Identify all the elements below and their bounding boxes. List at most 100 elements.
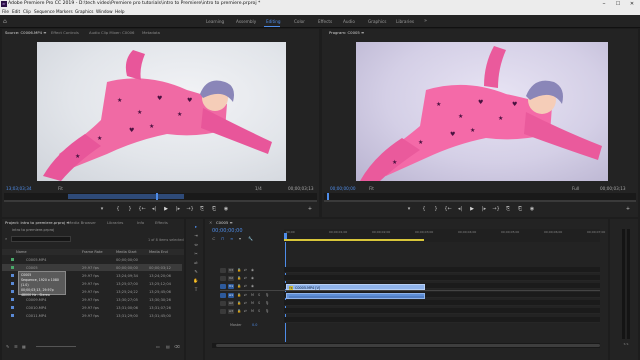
- solo-button[interactable]: S: [258, 309, 260, 313]
- mute-button[interactable]: M: [251, 301, 254, 305]
- lane-v2[interactable]: [284, 275, 600, 281]
- icon-view-icon[interactable]: ▦: [22, 344, 26, 349]
- column-media-start[interactable]: Media Start: [116, 250, 137, 254]
- menu-markers[interactable]: Markers: [56, 9, 73, 14]
- razor-tool-icon[interactable]: ✂: [193, 251, 199, 257]
- source-patch-toggle[interactable]: [220, 292, 226, 298]
- add-marker-button[interactable]: ▾: [98, 206, 106, 212]
- sync-lock-icon[interactable]: ⇄: [244, 284, 247, 288]
- new-item-icon[interactable]: ▤: [166, 344, 170, 349]
- tab-media-browser[interactable]: Media Browser: [68, 220, 96, 225]
- linked-selection-icon[interactable]: ∞: [230, 236, 233, 241]
- source-timecode-in[interactable]: 13;03;03;34: [6, 186, 32, 191]
- project-row[interactable]: C0010.MP4 29.97 fps 13;31;00;06 13;31;07;26: [2, 304, 182, 311]
- source-patch-toggle[interactable]: [220, 275, 226, 281]
- tab-metadata[interactable]: Metadata: [142, 30, 160, 35]
- program-add-marker-button[interactable]: ▾: [405, 206, 413, 212]
- workspace-graphics[interactable]: Graphics: [368, 19, 387, 24]
- step-back-button[interactable]: ◂|: [150, 206, 158, 212]
- lock-icon[interactable]: 🔒: [237, 301, 241, 305]
- lift-button[interactable]: ⎘: [504, 206, 512, 212]
- track-label[interactable]: A1: [228, 292, 234, 298]
- program-time-ruler[interactable]: [324, 193, 636, 200]
- source-play-button[interactable]: ▶: [162, 206, 170, 212]
- program-mark-in-button[interactable]: {: [420, 206, 428, 212]
- video-clip-c0005[interactable]: fx C0005.MP4 [V]: [286, 284, 425, 290]
- source-button-editor-icon[interactable]: +: [306, 206, 314, 212]
- source-video-frame[interactable]: ★ ★ ♥ ★ ♥ ★ ♥ ★ ★: [37, 42, 286, 181]
- program-button-editor-icon[interactable]: +: [624, 206, 632, 212]
- timeline-timecode[interactable]: 00;00;00;00: [212, 228, 243, 234]
- column-frame-rate[interactable]: Frame Rate: [82, 250, 103, 254]
- lane-v3[interactable]: [284, 267, 600, 273]
- track-label[interactable]: V2: [228, 275, 234, 281]
- workspace-effects[interactable]: Effects: [318, 19, 332, 24]
- lock-icon[interactable]: 🔒: [237, 309, 241, 313]
- lock-icon[interactable]: 🔒: [237, 276, 241, 280]
- program-quality-select[interactable]: Full: [572, 186, 579, 191]
- menu-sequence[interactable]: Sequence: [34, 9, 55, 14]
- tab-program[interactable]: Program: C0005 ≡: [329, 30, 364, 35]
- project-row[interactable]: C0005 29.97 fps 00;00;00;00 00;00;03;12: [2, 264, 182, 271]
- add-marker-timeline-icon[interactable]: ▾: [239, 236, 241, 241]
- program-mark-out-button[interactable]: }: [432, 206, 440, 212]
- track-label[interactable]: A3: [228, 308, 234, 314]
- mute-button[interactable]: M: [251, 309, 254, 313]
- trash-icon[interactable]: ⌫: [174, 344, 180, 349]
- source-patch-toggle[interactable]: [220, 267, 226, 273]
- tab-sequence-c0005[interactable]: C0005 ≡: [216, 220, 233, 225]
- eye-icon[interactable]: ◉: [251, 284, 254, 288]
- close-sequence-icon[interactable]: ✕: [209, 220, 212, 225]
- mark-out-button[interactable]: }: [126, 206, 134, 212]
- mute-button[interactable]: M: [251, 293, 254, 297]
- mark-in-button[interactable]: {: [114, 206, 122, 212]
- step-forward-button[interactable]: |▸: [174, 206, 182, 212]
- program-video-frame[interactable]: ★ ★ ♥ ★ ♥ ★ ♥ ★ ★: [356, 42, 608, 181]
- solo-button[interactable]: S: [258, 301, 260, 305]
- go-to-out-button[interactable]: →}: [186, 206, 194, 212]
- minimize-button[interactable]: –: [598, 0, 610, 8]
- track-select-tool-icon[interactable]: ⇥: [193, 233, 199, 239]
- microphone-icon[interactable]: 🎙: [265, 309, 269, 313]
- lock-icon[interactable]: 🔒: [237, 268, 241, 272]
- project-search-input[interactable]: [11, 236, 71, 242]
- menu-clip[interactable]: Clip: [23, 9, 31, 14]
- export-frame-camera-icon[interactable]: ◉: [222, 206, 230, 212]
- workspace-overflow-icon[interactable]: »: [424, 18, 427, 24]
- extract-button[interactable]: ⎗: [516, 206, 524, 212]
- go-to-in-button[interactable]: {←: [138, 206, 146, 212]
- tab-effect-controls[interactable]: Effect Controls: [51, 30, 79, 35]
- lane-a2[interactable]: [284, 300, 600, 306]
- new-bin-icon[interactable]: ▭: [156, 344, 160, 349]
- track-label[interactable]: A2: [228, 300, 234, 306]
- program-go-to-in-button[interactable]: {←: [444, 206, 452, 212]
- selection-tool-icon[interactable]: ▸: [193, 224, 199, 230]
- ripple-edit-tool-icon[interactable]: ⇔: [193, 242, 199, 248]
- source-playhead[interactable]: [156, 193, 158, 200]
- audio-clip-c0005[interactable]: [286, 293, 425, 299]
- program-play-button[interactable]: ▶: [468, 206, 476, 212]
- lane-master[interactable]: [284, 317, 600, 323]
- menu-window[interactable]: Window: [96, 9, 113, 14]
- sync-lock-icon[interactable]: ⇄: [244, 276, 247, 280]
- maximize-button[interactable]: ☐: [612, 0, 624, 8]
- program-fit-select[interactable]: Fit: [369, 186, 374, 191]
- sync-lock-icon[interactable]: ⇄: [244, 309, 247, 313]
- program-playhead[interactable]: [327, 193, 329, 200]
- menu-help[interactable]: Help: [115, 9, 125, 14]
- program-timecode[interactable]: 00;00;00;00: [330, 186, 356, 191]
- column-media-end[interactable]: Media End: [149, 250, 168, 254]
- timeline-ruler[interactable]: 00;00 00;00;01;00 00;00;02;00 00;00;03;00 00…: [284, 229, 605, 242]
- project-row[interactable]: C0011.MP4 29.97 fps 13;31;29;00 13;31;45;00: [2, 312, 182, 319]
- source-patch-toggle[interactable]: [220, 308, 226, 314]
- track-label[interactable]: V1: [228, 283, 234, 289]
- workspace-editing[interactable]: Editing: [266, 19, 281, 24]
- source-patch-toggle[interactable]: [220, 300, 226, 306]
- tab-source[interactable]: Source: C0006.MP4 ≡: [5, 30, 46, 35]
- timeline-playhead-head[interactable]: [284, 233, 287, 239]
- program-step-back-button[interactable]: ◂|: [456, 206, 464, 212]
- menu-graphics[interactable]: Graphics: [75, 9, 94, 14]
- tab-libraries[interactable]: Libraries: [107, 220, 123, 225]
- track-label[interactable]: V3: [228, 267, 234, 273]
- tab-effects[interactable]: Effects: [155, 220, 168, 225]
